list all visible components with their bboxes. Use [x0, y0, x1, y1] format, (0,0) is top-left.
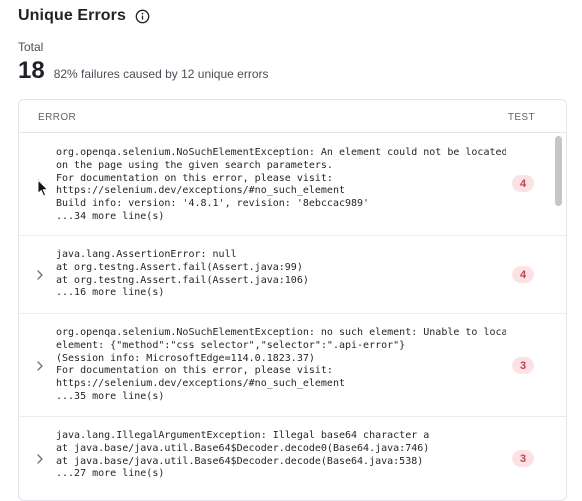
scrollbar[interactable] — [554, 134, 564, 494]
table-row[interactable]: java.lang.AssertionError: null at org.te… — [19, 236, 566, 314]
summary-description: 82% failures caused by 12 unique errors — [53, 67, 269, 81]
table-row[interactable]: java.lang.IllegalArgumentException: Ille… — [19, 417, 566, 500]
total-label: Total — [18, 40, 44, 54]
column-header-error: ERROR — [38, 112, 77, 123]
error-message: java.lang.AssertionError: null at org.te… — [56, 249, 309, 299]
chevron-right-icon[interactable] — [35, 454, 45, 464]
test-count-badge: 3 — [512, 450, 534, 467]
chevron-right-icon[interactable] — [35, 270, 45, 280]
summary-row: 18 82% failures caused by 12 unique erro… — [18, 57, 269, 85]
table-header: ERROR TEST — [19, 100, 566, 133]
error-message: org.openqa.selenium.NoSuchElementExcepti… — [56, 327, 506, 402]
table-row[interactable]: org.openqa.selenium.NoSuchElementExcepti… — [19, 314, 566, 417]
test-count-badge: 3 — [512, 357, 534, 374]
chevron-right-icon[interactable] — [35, 361, 45, 371]
page-header: Unique Errors — [18, 6, 150, 26]
table-row[interactable]: org.openqa.selenium.NoSuchElementExcepti… — [19, 133, 566, 236]
scrollbar-thumb[interactable] — [555, 136, 562, 206]
test-count-badge: 4 — [512, 266, 534, 283]
error-message: org.openqa.selenium.NoSuchElementExcepti… — [56, 147, 506, 222]
test-count-badge: 4 — [512, 175, 534, 192]
errors-table: ERROR TEST org.openqa.selenium.NoSuchEle… — [18, 99, 567, 501]
total-count: 18 — [18, 57, 45, 84]
table-body: org.openqa.selenium.NoSuchElementExcepti… — [19, 133, 566, 500]
column-header-test: TEST — [507, 112, 535, 123]
page-title: Unique Errors — [18, 7, 126, 24]
error-message: java.lang.IllegalArgumentException: Ille… — [56, 430, 430, 480]
info-circle-icon[interactable] — [134, 8, 150, 24]
chevron-right-icon[interactable] — [35, 179, 45, 189]
